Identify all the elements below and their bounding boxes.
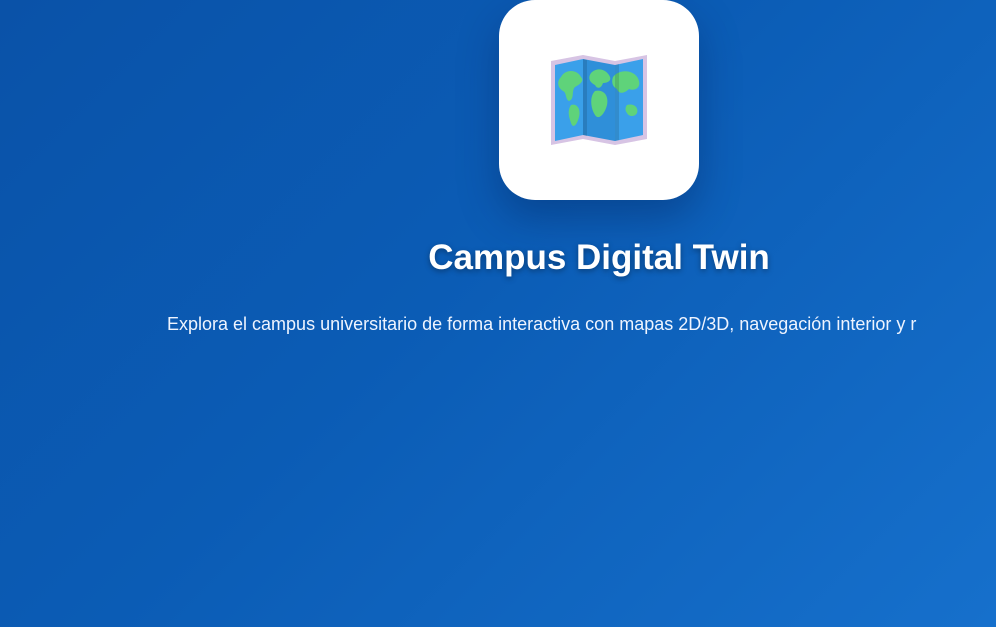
app-logo-tile xyxy=(499,0,699,200)
page-subtitle: Explora el campus universitario de forma… xyxy=(167,314,917,334)
landing-hero: Campus Digital Twin Explora el campus un… xyxy=(0,0,996,627)
page-title: Campus Digital Twin xyxy=(428,238,770,277)
world-map-icon xyxy=(551,55,647,145)
